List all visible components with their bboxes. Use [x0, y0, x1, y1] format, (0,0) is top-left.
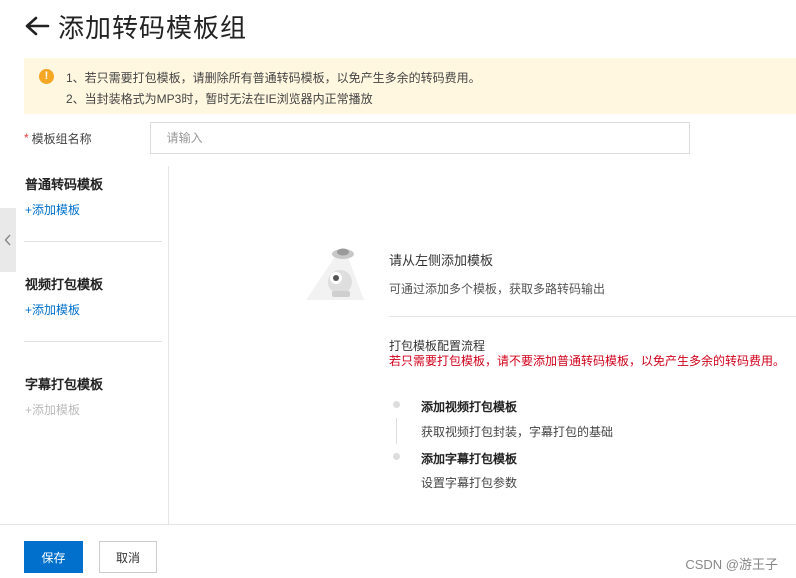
step-2-desc: 设置字幕打包参数 — [421, 476, 518, 490]
template-sidebar: 普通转码模板 +添加模板 视频打包模板 +添加模板 字幕打包模板 +添加模板 — [24, 166, 169, 524]
step-1-desc: 获取视频打包封装，字幕打包的基础 — [421, 425, 614, 439]
chevron-left-icon — [4, 234, 11, 246]
step-dot-1 — [393, 401, 400, 408]
divider — [24, 241, 162, 242]
section-title-normal-transcode: 普通转码模板 — [25, 177, 104, 192]
empty-state-subtitle: 可通过添加多个模板，获取多路转码输出 — [389, 282, 606, 296]
warning-notice: ! 1、若只需要打包模板，请删除所有普通转码模板，以免产生多余的转码费用。 2、… — [24, 58, 796, 114]
add-video-package-template-link[interactable]: +添加模板 — [25, 301, 80, 318]
flow-warning: 若只需要打包模板，请不要添加普通转码模板，以免产生多余的转码费用。 — [389, 354, 786, 368]
step-dot-2 — [393, 453, 400, 460]
page-title: 添加转码模板组 — [58, 12, 248, 43]
step-connector-line — [396, 418, 397, 444]
empty-ufo-illustration — [306, 248, 364, 300]
template-group-name-label: 模板组名称 — [31, 131, 92, 146]
save-button[interactable]: 保存 — [24, 541, 83, 573]
section-title-video-package: 视频打包模板 — [25, 277, 104, 292]
empty-state-title: 请从左侧添加模板 — [389, 253, 494, 268]
notice-line-2: 2、当封装格式为MP3时，暂时无法在IE浏览器内正常播放 — [66, 92, 373, 106]
watermark: CSDN @游王子 — [685, 557, 778, 572]
step-2-title: 添加字幕打包模板 — [421, 452, 518, 466]
section-title-subtitle-package: 字幕打包模板 — [25, 377, 104, 392]
warning-circle-icon: ! — [39, 69, 54, 84]
add-normal-template-link[interactable]: +添加模板 — [25, 201, 80, 218]
template-group-name-row: * 模板组名称 — [24, 122, 690, 154]
add-subtitle-package-template-link[interactable]: +添加模板 — [25, 401, 80, 418]
cancel-button[interactable]: 取消 — [99, 541, 157, 573]
footer-divider — [0, 524, 796, 525]
arrow-left-icon[interactable] — [24, 15, 50, 37]
template-group-name-input[interactable] — [149, 122, 690, 154]
page-header: 添加转码模板组 — [24, 6, 247, 46]
divider — [24, 341, 162, 342]
section-divider — [389, 316, 796, 317]
required-mark: * — [24, 131, 29, 145]
notice-line-1: 1、若只需要打包模板，请删除所有普通转码模板，以免产生多余的转码费用。 — [66, 71, 481, 85]
step-1-title: 添加视频打包模板 — [421, 400, 518, 414]
sidebar-collapse-toggle[interactable] — [0, 208, 16, 272]
